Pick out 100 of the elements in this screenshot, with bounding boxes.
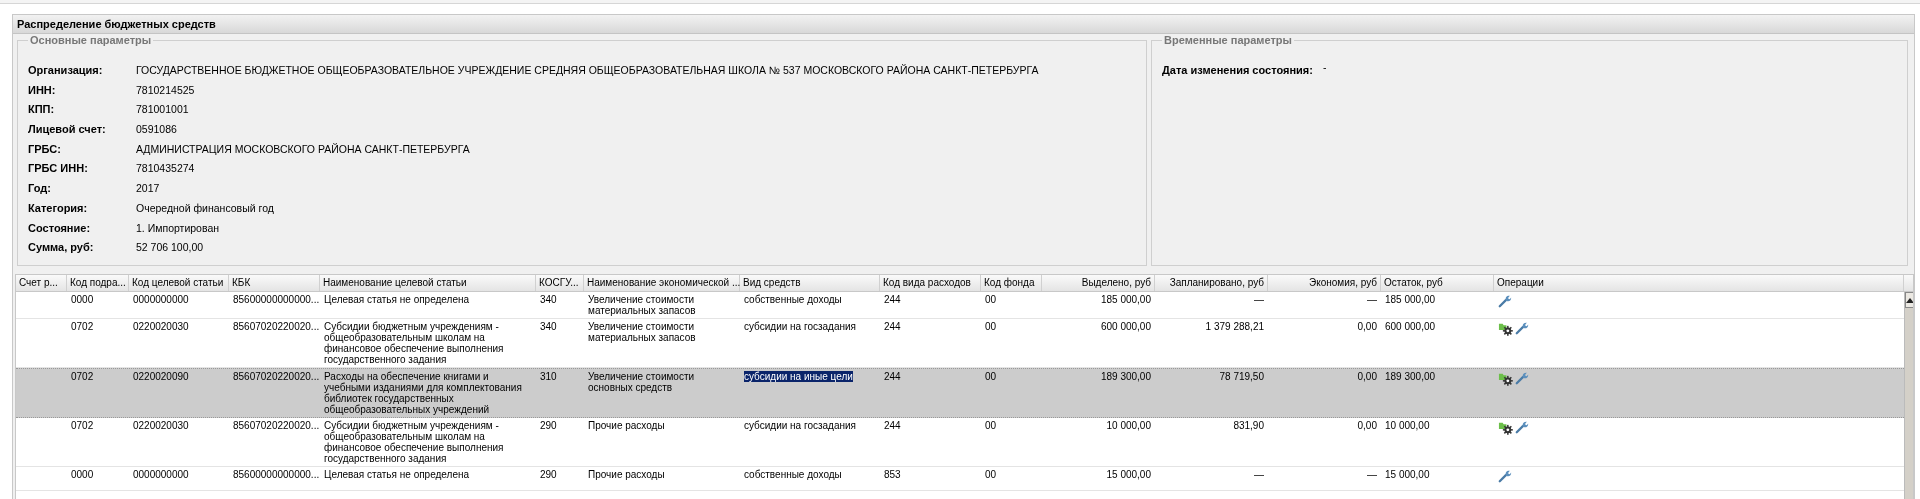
table-cell: 831,90 (1233, 420, 1264, 431)
table-row[interactable]: 0000 0000000000 85600000000000... Целевая статья не определена 340 Увеличение стоимости материальных запасов собственные доходы 244 00 185 000,00 — — 185 000,00 (16, 292, 1904, 319)
field-label: Дата изменения состояния: (1162, 64, 1313, 76)
table-cell: 0000000000 (133, 294, 189, 305)
table-cell: Расходы на обеспечение книгами и учебными изданиями для комплектования библиотек государственных общеобразовательных учреждений (324, 371, 522, 415)
table-cell: 15 000,00 (1106, 469, 1151, 480)
column-header[interactable]: Счет р... (16, 275, 67, 291)
column-header[interactable]: Код подра... (67, 275, 129, 291)
table-cell: 244 (884, 420, 901, 431)
column-header[interactable]: КБК (229, 275, 320, 291)
table-cell: Прочие расходы (588, 469, 665, 480)
field-label: ГРБС: (28, 142, 62, 155)
gear-icon[interactable] (1498, 371, 1513, 386)
table-cell: 85607020220020... (233, 371, 320, 382)
table-cell: — (1367, 294, 1377, 305)
table-cell: Субсидии бюджетным учреждениям - общеобразовательным школам на финансовое обеспечение выполнения государственного задания (324, 321, 504, 365)
up-arrow-icon (1906, 297, 1913, 303)
table-cell: 600 000,00 (1385, 321, 1436, 332)
scroll-up-button[interactable] (1905, 292, 1913, 308)
field-label: Категория: (28, 201, 89, 214)
table-cell: 85607020220020... (233, 321, 320, 332)
field-label: Сумма, руб: (28, 241, 95, 254)
column-header[interactable]: Код фонда (981, 275, 1042, 291)
table-cell: Прочие расходы (588, 420, 665, 431)
column-header[interactable]: Экономия, руб (1268, 275, 1381, 291)
field-value: 0591086 (136, 123, 177, 136)
column-header[interactable]: Вид средств (740, 275, 880, 291)
field-value: 1. Импортирован (136, 221, 220, 234)
field-label: Лицевой счет: (28, 123, 107, 136)
table-cell: 0,00 (1357, 371, 1377, 382)
table-cell: 0,00 (1357, 321, 1377, 332)
wrench-icon[interactable] (1515, 321, 1529, 335)
table-cell: 0220020030 (133, 321, 189, 332)
table-cell: 189 300,00 (1385, 371, 1436, 382)
field-value: 7810214525 (136, 83, 195, 96)
table-cell: — (1254, 469, 1264, 480)
column-header[interactable]: Запланировано, руб (1155, 275, 1268, 291)
table-cell: 1 379 288,21 (1205, 321, 1264, 332)
table-cell: 85607020220020... (233, 420, 320, 431)
wrench-icon[interactable] (1498, 469, 1512, 483)
table-cell: 0702 (71, 420, 94, 431)
table-cell: 0702 (71, 321, 94, 332)
field-value: 7810435274 (136, 162, 195, 175)
table-cell: 244 (884, 371, 901, 382)
field-label: ИНН: (28, 83, 57, 96)
column-header[interactable]: Наименование целевой статьи (320, 275, 536, 291)
field-label: Состояние: (28, 221, 92, 234)
table-cell: Субсидии бюджетным учреждениям - общеобразовательным школам на финансовое обеспечение выполнения государственного задания (324, 420, 504, 464)
table-cell: Целевая статья не определена (324, 469, 470, 480)
table-cell: 10 000,00 (1385, 420, 1430, 431)
table-row[interactable] (16, 368, 1904, 418)
table-cell: 0000 (71, 469, 94, 480)
column-header[interactable]: Операции (1494, 275, 1904, 291)
table-row[interactable]: 0000 0000000000 85600000000000... Целевая статья не определена 290 Прочие расходы собственные доходы 853 00 15 000,00 — — 15 000,00 (16, 467, 1904, 491)
table-cell: 290 (540, 420, 557, 431)
column-header[interactable]: Выделено, руб (1042, 275, 1155, 291)
table-cell: Увеличение стоимости материальных запасов (588, 321, 696, 343)
table-cell: Увеличение стоимости основных средств (588, 371, 695, 393)
table-cell: субсидии на госзадания (744, 321, 857, 332)
field-value: АДМИНИСТРАЦИЯ МОСКОВСКОГО РАЙОНА САНКТ-ПЕТЕРБУРГА (136, 142, 470, 155)
wrench-icon[interactable] (1498, 294, 1512, 308)
table-cell: 185 000,00 (1385, 294, 1436, 305)
field-value: ГОСУДАРСТВЕННОЕ БЮДЖЕТНОЕ ОБЩЕОБРАЗОВАТЕЛЬНОЕ УЧРЕЖДЕНИЕ СРЕДНЯЯ ОБЩЕОБРАЗОВАТЕЛЬНАЯ ШКОЛА № 537 МОСКОВСКОГО РАЙОНА САНКТ-ПЕТЕРБУРГА (136, 64, 1039, 76)
field-value: Очередной финансовый год (136, 201, 274, 214)
table-cell: 00 (985, 371, 997, 382)
table-cell: 85600000000000... (233, 294, 320, 305)
table-cell: 244 (884, 321, 901, 332)
column-header[interactable]: КОСГУ... (536, 275, 584, 291)
table-cell: 244 (884, 294, 901, 305)
field-value: 52 706 100,00 (136, 241, 204, 254)
field-value: 2017 (136, 182, 160, 195)
table-cell: 85600000000000... (233, 469, 320, 480)
table-cell: 290 (540, 469, 557, 480)
table-cell: 0000 (71, 294, 94, 305)
table-cell: Увеличение стоимости материальных запасов (588, 294, 696, 316)
field-label: ГРБС ИНН: (28, 162, 89, 175)
table-cell: 10 000,00 (1106, 420, 1151, 431)
field-value: 781001001 (136, 103, 189, 116)
table-cell: 340 (540, 321, 557, 332)
column-header[interactable]: Код целевой статьи (129, 275, 229, 291)
table-cell: — (1254, 294, 1264, 305)
table-cell: 0000000000 (133, 469, 189, 480)
field-label: Год: (28, 182, 52, 195)
wrench-icon[interactable] (1515, 420, 1529, 434)
table-cell: 310 (540, 371, 557, 382)
column-header[interactable]: Наименование экономической ... (584, 275, 740, 291)
table-cell: 0220020090 (133, 371, 189, 382)
column-header[interactable]: Код вида расходов (880, 275, 981, 291)
table-cell: 00 (985, 469, 997, 480)
scrollbar[interactable] (1904, 292, 1913, 499)
gear-icon[interactable] (1498, 321, 1513, 336)
table-cell: 00 (985, 321, 997, 332)
table-cell: 15 000,00 (1385, 469, 1430, 480)
column-header[interactable]: Остаток, руб (1381, 275, 1494, 291)
field-label: КПП: (28, 103, 56, 116)
table-cell: 185 000,00 (1100, 294, 1151, 305)
gear-icon[interactable] (1498, 420, 1513, 435)
table-cell: субсидии на иные цели (744, 371, 853, 382)
table-cell: 78 719,50 (1219, 371, 1264, 382)
table-cell: 0702 (71, 371, 94, 382)
